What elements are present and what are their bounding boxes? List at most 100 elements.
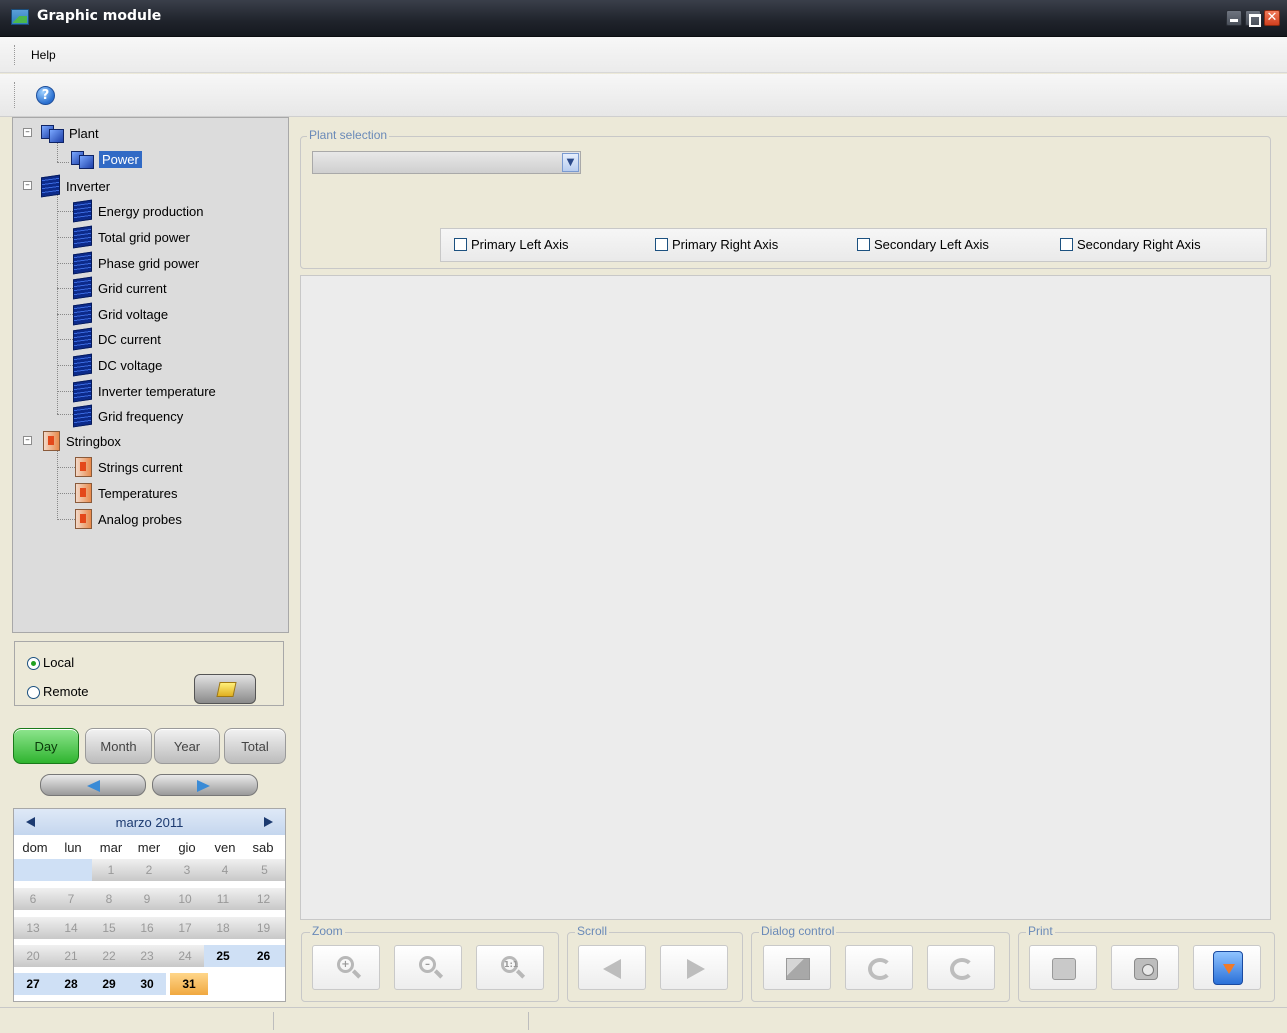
- calendar-day[interactable]: 27: [14, 973, 52, 995]
- zoom-in-button[interactable]: +: [312, 945, 380, 990]
- calendar-day[interactable]: 11: [204, 888, 242, 910]
- chevron-down-icon[interactable]: ▼: [562, 153, 579, 172]
- tree-node-temperatures[interactable]: Temperatures: [75, 483, 177, 503]
- menu-bar: Help: [0, 37, 1287, 73]
- day-button[interactable]: Day: [13, 728, 79, 764]
- weekday-label: mer: [137, 840, 161, 855]
- calendar-day[interactable]: 12: [242, 888, 285, 910]
- chart-dialog-button[interactable]: [763, 945, 831, 990]
- calendar-day[interactable]: 15: [90, 917, 128, 939]
- collapse-stringbox-icon[interactable]: –: [23, 436, 32, 445]
- primary-left-axis-checkbox[interactable]: [454, 238, 467, 251]
- close-button[interactable]: ✕: [1264, 10, 1280, 26]
- menu-grip: [14, 45, 17, 65]
- calendar-day-selected[interactable]: 31: [170, 973, 208, 995]
- tree-node-grid-voltage[interactable]: Grid voltage: [73, 302, 168, 326]
- inverter-icon: [73, 302, 92, 326]
- previous-period-button[interactable]: [40, 774, 146, 796]
- tree-node-power[interactable]: Power: [71, 149, 142, 169]
- calendar-day[interactable]: 30: [128, 973, 166, 995]
- next-period-button[interactable]: [152, 774, 258, 796]
- calendar-day[interactable]: 1: [92, 859, 130, 881]
- scroll-left-button[interactable]: [578, 945, 646, 990]
- calendar-day[interactable]: 6: [14, 888, 52, 910]
- local-radio[interactable]: [27, 657, 40, 670]
- secondary-right-axis-checkbox[interactable]: [1060, 238, 1073, 251]
- collapse-inverter-icon[interactable]: –: [23, 181, 32, 190]
- calendar-day[interactable]: 24: [166, 945, 204, 967]
- zoom-reset-button[interactable]: 1:1: [476, 945, 544, 990]
- tree-node-stringbox[interactable]: Stringbox: [43, 431, 121, 451]
- primary-left-axis-label: Primary Left Axis: [471, 237, 569, 252]
- total-button[interactable]: Total: [224, 728, 286, 764]
- plant-select[interactable]: ▼: [312, 151, 581, 174]
- tree-node-analog-probes[interactable]: Analog probes: [75, 509, 182, 529]
- export-button[interactable]: [1193, 945, 1261, 990]
- calendar-day[interactable]: 20: [14, 945, 52, 967]
- maximize-button[interactable]: [1245, 10, 1261, 27]
- snapshot-button[interactable]: [1111, 945, 1179, 990]
- local-label: Local: [43, 655, 75, 670]
- calendar-day[interactable]: 22: [90, 945, 128, 967]
- calendar-day[interactable]: 16: [128, 917, 166, 939]
- tree-node-grid-frequency[interactable]: Grid frequency: [73, 404, 183, 428]
- tree-node-energy-production[interactable]: Energy production: [73, 199, 204, 223]
- calendar-day[interactable]: 18: [204, 917, 242, 939]
- print-button[interactable]: [1029, 945, 1097, 990]
- collapse-plant-icon[interactable]: –: [23, 128, 32, 137]
- calendar-day[interactable]: 5: [244, 859, 285, 881]
- primary-right-axis-checkbox[interactable]: [655, 238, 668, 251]
- refresh-button[interactable]: [845, 945, 913, 990]
- calendar-day[interactable]: 3: [168, 859, 206, 881]
- calendar-day[interactable]: 23: [128, 945, 166, 967]
- calendar-day[interactable]: 19: [242, 917, 285, 939]
- tree-node-label: Power: [99, 150, 142, 168]
- calendar-day[interactable]: 17: [166, 917, 204, 939]
- calendar-day[interactable]: 4: [206, 859, 244, 881]
- calendar-day[interactable]: 28: [52, 973, 90, 995]
- chart-area[interactable]: [300, 275, 1271, 920]
- calendar-day[interactable]: 26: [242, 945, 285, 967]
- calendar-day[interactable]: 21: [52, 945, 90, 967]
- primary-right-axis-label: Primary Right Axis: [672, 237, 779, 252]
- calendar-day[interactable]: 29: [90, 973, 128, 995]
- calendar-day[interactable]: 2: [130, 859, 168, 881]
- calendar-day[interactable]: 10: [166, 888, 204, 910]
- calendar-blank: [14, 859, 92, 881]
- status-separator: [273, 1012, 274, 1030]
- tree-node-total-grid-power[interactable]: Total grid power: [73, 225, 190, 249]
- tree-connector: [57, 365, 73, 366]
- month-button[interactable]: Month: [85, 728, 152, 764]
- scroll-right-button[interactable]: [660, 945, 728, 990]
- calendar-day[interactable]: 25: [204, 945, 242, 967]
- zoom-out-icon: –: [419, 956, 436, 973]
- tree-node-inverter[interactable]: Inverter: [41, 174, 110, 198]
- print-legend: Print: [1026, 924, 1055, 938]
- tree-node-plant[interactable]: Plant: [41, 123, 99, 143]
- calendar-day[interactable]: 14: [52, 917, 90, 939]
- zoom-out-button[interactable]: –: [394, 945, 462, 990]
- refresh-icon: [868, 958, 892, 980]
- secondary-left-axis-checkbox[interactable]: [857, 238, 870, 251]
- tree-node-dc-current[interactable]: DC current: [73, 327, 161, 351]
- tree-node-phase-grid-power[interactable]: Phase grid power: [73, 251, 199, 275]
- calendar-day[interactable]: 13: [14, 917, 52, 939]
- year-button[interactable]: Year: [154, 728, 220, 764]
- inverter-icon: [73, 379, 92, 403]
- minimize-button[interactable]: [1226, 10, 1242, 26]
- zoom-in-icon: +: [337, 956, 354, 973]
- tree-node-inverter-temperature[interactable]: Inverter temperature: [73, 379, 216, 403]
- tree-node-grid-current[interactable]: Grid current: [73, 276, 167, 300]
- calendar-day[interactable]: 8: [90, 888, 128, 910]
- calendar-day[interactable]: 7: [52, 888, 90, 910]
- refresh-add-button[interactable]: [927, 945, 995, 990]
- remote-radio[interactable]: [27, 686, 40, 699]
- menu-help[interactable]: Help: [31, 48, 56, 62]
- tree-connector: [57, 140, 58, 162]
- help-icon[interactable]: ?: [36, 86, 55, 105]
- tree-node-strings-current[interactable]: Strings current: [75, 457, 183, 477]
- open-folder-button[interactable]: [194, 674, 256, 704]
- tree-node-dc-voltage[interactable]: DC voltage: [73, 353, 162, 377]
- calendar-day[interactable]: 9: [128, 888, 166, 910]
- next-month-icon[interactable]: [264, 817, 273, 827]
